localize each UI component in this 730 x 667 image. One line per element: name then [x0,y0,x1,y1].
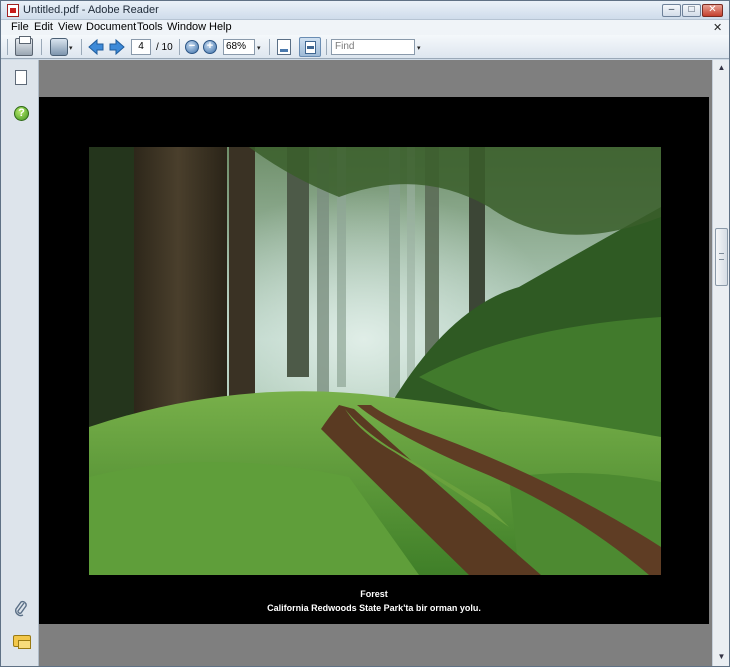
menu-tools[interactable]: Tools [137,21,163,33]
comments-icon[interactable] [13,635,31,649]
next-page-button[interactable] [109,38,125,56]
fit-width-button[interactable] [299,37,321,57]
menu-document[interactable]: Document [86,21,136,33]
close-icon: ✕ [708,4,717,15]
toolbar-separator [41,39,42,55]
next-page-icon [109,38,125,56]
hand-tool-dropdown-icon[interactable]: ▾ [69,44,73,52]
print-icon[interactable] [15,36,33,56]
navigation-panel: ? [1,60,39,666]
toolbar-separator [81,39,82,55]
zoom-out-button[interactable]: − [185,40,199,54]
previous-page-button[interactable] [88,38,104,56]
caption-text: California Redwoods State Park'ta bir or… [267,603,481,613]
toolbar-separator [326,39,327,55]
scroll-up-icon[interactable]: ▲ [714,60,729,75]
find-input[interactable]: Find [331,39,415,55]
app-window: Untitled.pdf - Adobe Reader – □ ✕ File E… [0,0,730,667]
attachments-icon[interactable] [14,599,28,621]
menu-view[interactable]: View [58,21,82,33]
fit-width-icon [305,41,316,54]
zoom-dropdown-icon[interactable]: ▾ [257,44,261,52]
minimize-icon: – [668,4,675,15]
zoom-out-icon: − [188,40,196,52]
vertical-scrollbar[interactable]: ▲ ▼ [712,60,729,666]
scroll-grip-icon [719,253,724,260]
toolbar: ▾ 4 / 10 − + 68% ▾ Find ▾ [1,35,729,59]
title-bar: Untitled.pdf - Adobe Reader – □ ✕ [1,1,729,20]
toolbar-separator [269,39,270,55]
toolbar-separator [179,39,180,55]
menu-window[interactable]: Window [167,21,206,33]
window-title: Untitled.pdf - Adobe Reader [23,4,159,16]
close-button[interactable]: ✕ [702,4,723,17]
close-document-icon[interactable]: ✕ [713,21,722,34]
menu-help[interactable]: Help [209,21,232,33]
menu-bar: File Edit View Document Tools Window Hel… [1,20,729,35]
fit-page-icon[interactable] [277,39,291,55]
document-area[interactable]: Forest California Redwoods State Park'ta… [39,60,712,666]
previous-page-icon [88,38,104,56]
maximize-icon: □ [688,4,695,15]
zoom-in-icon: + [206,40,214,52]
scrollbar-thumb[interactable] [715,228,728,286]
scroll-down-icon[interactable]: ▼ [714,649,729,664]
forest-photo [89,147,661,575]
page-number-input[interactable]: 4 [131,39,151,55]
maximize-button[interactable]: □ [682,4,701,17]
zoom-in-button[interactable]: + [203,40,217,54]
paperclip-icon [15,600,27,617]
caption-title: Forest [360,589,388,599]
hand-tool-icon[interactable] [50,38,68,56]
menu-edit[interactable]: Edit [34,21,53,33]
toolbar-separator [7,39,8,55]
minimize-button[interactable]: – [662,4,681,17]
zoom-level-input[interactable]: 68% [223,39,255,55]
find-dropdown-icon[interactable]: ▾ [417,44,421,52]
forest-image [89,147,661,575]
page-total: / 10 [156,42,173,53]
pdf-page: Forest California Redwoods State Park'ta… [39,97,709,624]
pdf-file-icon [7,4,19,17]
menu-file[interactable]: File [11,21,29,33]
help-icon[interactable]: ? [14,106,29,121]
pages-icon[interactable] [12,70,27,91]
